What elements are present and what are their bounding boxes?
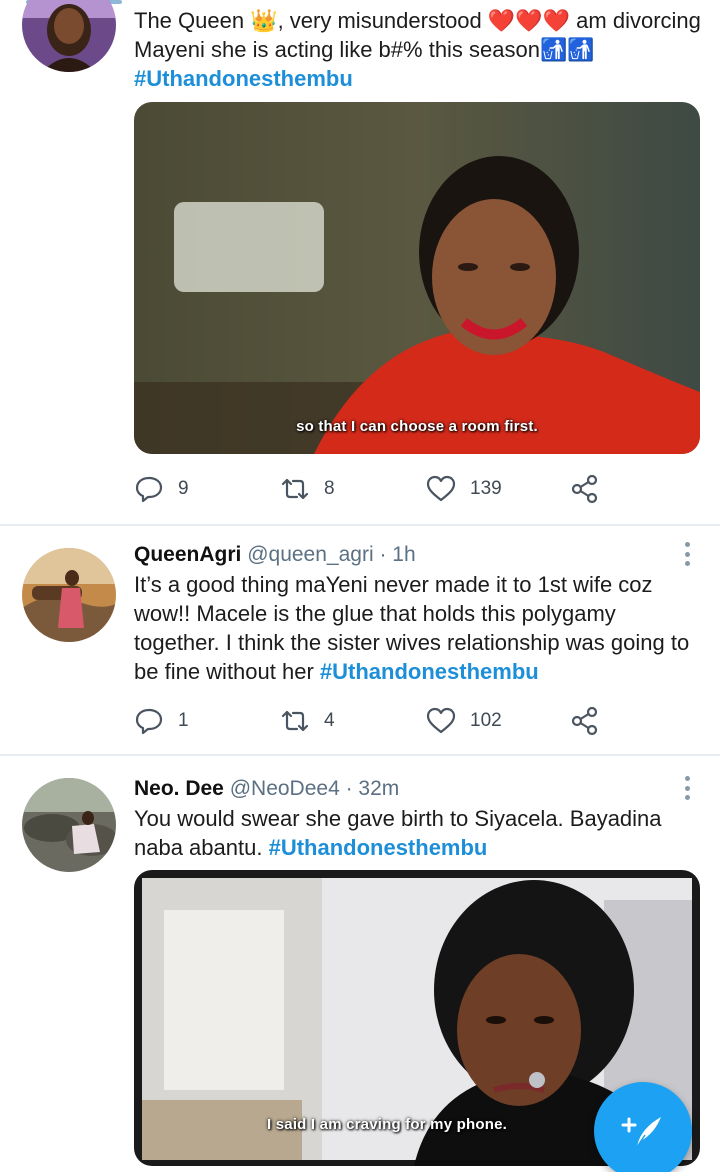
tweet-text: It’s a good thing maYeni never made it t…	[134, 570, 706, 686]
more-vertical-icon[interactable]	[684, 776, 690, 800]
share-button[interactable]	[570, 704, 600, 738]
tweet-1[interactable]: The Queen 👑, very misunderstood ❤️❤️❤️ a…	[0, 0, 720, 526]
reply-count: 1	[178, 710, 189, 731]
retweet-icon	[281, 478, 309, 500]
avatar[interactable]	[22, 778, 116, 872]
compose-tweet-icon	[621, 1117, 661, 1148]
like-button[interactable]: 102	[426, 704, 502, 738]
retweet-count: 4	[324, 710, 335, 731]
tweet-text: You would swear she gave birth to Siyace…	[134, 804, 706, 862]
hashtag-link[interactable]: #Uthandonesthembu	[269, 835, 488, 860]
tweet-actions: 9 8 139	[134, 472, 614, 506]
reply-icon	[135, 476, 163, 503]
share-icon	[571, 474, 598, 504]
retweet-icon	[281, 710, 309, 732]
avatar[interactable]	[22, 0, 116, 72]
tweet-header: QueenAgri @queen_agri · 1h	[134, 542, 416, 568]
more-vertical-icon[interactable]	[684, 542, 690, 566]
author-name[interactable]: Neo. Dee	[134, 777, 224, 800]
retweet-count: 8	[324, 478, 335, 499]
tweet-text: The Queen 👑, very misunderstood ❤️❤️❤️ a…	[134, 6, 706, 93]
hashtag-link[interactable]: #Uthandonesthembu	[320, 659, 539, 684]
like-count: 139	[470, 478, 502, 499]
tweet-body: The Queen 👑, very misunderstood ❤️❤️❤️ a…	[134, 8, 701, 62]
tweet-header: Neo. Dee @NeoDee4 · 32m	[134, 776, 399, 802]
author-handle[interactable]: @NeoDee4	[230, 777, 340, 800]
tweet-media-image[interactable]: so that I can choose a room first.	[134, 102, 700, 454]
media-caption: so that I can choose a room first.	[296, 418, 538, 435]
like-count: 102	[470, 710, 502, 731]
author-handle[interactable]: @queen_agri	[247, 543, 373, 566]
reply-count: 9	[178, 478, 189, 499]
reply-icon	[135, 708, 163, 735]
heart-icon	[426, 475, 456, 502]
hashtag-link[interactable]: #Uthandonesthembu	[134, 66, 353, 91]
tweet-2[interactable]: QueenAgri @queen_agri · 1h It’s a good t…	[0, 526, 720, 756]
heart-icon	[426, 707, 456, 734]
tweet-time: · 32m	[345, 777, 400, 800]
reply-button[interactable]: 1	[134, 704, 189, 738]
retweet-button[interactable]: 4	[280, 704, 335, 738]
retweet-button[interactable]: 8	[280, 472, 335, 506]
like-button[interactable]: 139	[426, 472, 502, 506]
reply-button[interactable]: 9	[134, 472, 189, 506]
share-button[interactable]	[570, 472, 600, 506]
tweet-actions: 1 4 102	[134, 704, 614, 738]
compose-tweet-button[interactable]	[594, 1082, 692, 1172]
tweet-time: · 1h	[379, 543, 416, 566]
share-icon	[571, 706, 598, 736]
author-name[interactable]: QueenAgri	[134, 543, 241, 566]
avatar[interactable]	[22, 548, 116, 642]
